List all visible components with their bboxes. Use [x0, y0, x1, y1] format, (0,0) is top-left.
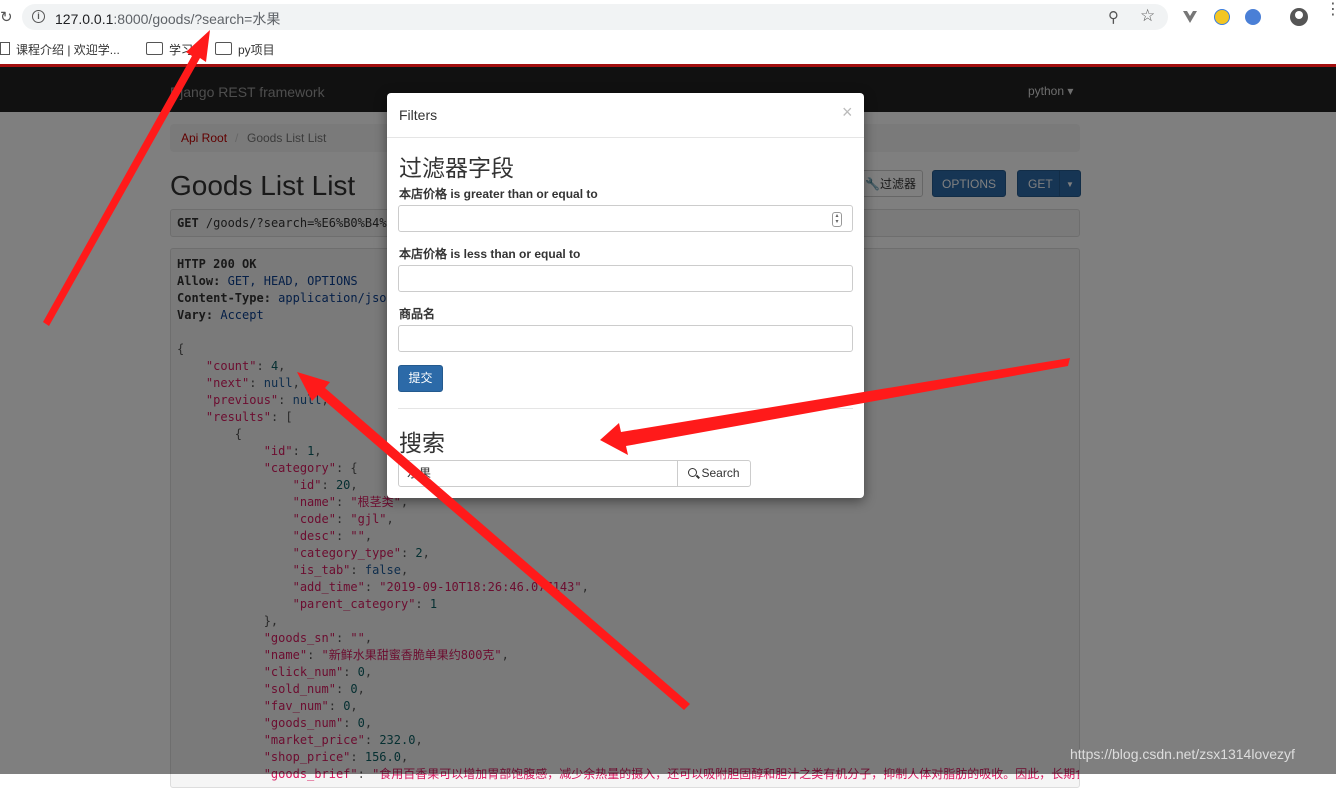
extension-icon[interactable]	[1214, 9, 1230, 25]
profile-icon[interactable]	[1290, 8, 1308, 26]
bookmark-item[interactable]: 课程介绍 | 欢迎学...	[0, 41, 120, 58]
extension-icon[interactable]	[1245, 9, 1261, 25]
page-icon	[0, 42, 10, 55]
number-spinner-icon[interactable]: ▴ ▾	[832, 212, 842, 227]
folder-icon	[215, 42, 232, 55]
close-icon[interactable]: ×	[842, 102, 853, 123]
browser-toolbar: ↻ i 127.0.0.1:8000/goods/?search=水果 ⚲ ☆ …	[0, 0, 1336, 34]
bookmark-folder[interactable]: py项目	[215, 41, 275, 58]
modal-title: Filters	[399, 107, 438, 123]
search-icon	[688, 468, 698, 477]
divider	[398, 408, 853, 409]
watermark: https://blog.csdn.net/zsx1314lovezyf	[1070, 746, 1295, 762]
goods-name-label: 商品名	[399, 307, 436, 321]
folder-icon	[146, 42, 163, 55]
min-price-label: 本店价格 is greater than or equal to	[399, 187, 598, 201]
modal-header: Filters ×	[387, 93, 864, 138]
reload-icon[interactable]: ↻	[0, 8, 13, 26]
max-price-label: 本店价格 is less than or equal to	[399, 247, 581, 261]
browser-menu-icon[interactable]: ⋮	[1325, 2, 1336, 18]
min-price-input[interactable]: ▴ ▾	[398, 205, 853, 232]
bookmarks-bar: 课程介绍 | 欢迎学... 学习 py项目	[0, 34, 1336, 64]
info-icon[interactable]: i	[32, 10, 45, 23]
goods-name-input[interactable]	[398, 325, 853, 352]
filter-fields-heading: 过滤器字段	[399, 155, 514, 181]
bookmark-folder[interactable]: 学习	[146, 41, 193, 58]
max-price-input[interactable]	[398, 265, 853, 292]
zoom-icon[interactable]: ⚲	[1108, 8, 1119, 26]
search-heading: 搜索	[399, 430, 445, 456]
search-button[interactable]: Search	[677, 460, 751, 487]
submit-button[interactable]: 提交	[398, 365, 443, 392]
bookmark-star-icon[interactable]: ☆	[1140, 6, 1155, 26]
filters-modal: Filters × 过滤器字段 本店价格 is greater than or …	[387, 93, 864, 498]
vue-devtools-icon[interactable]	[1182, 9, 1198, 25]
address-bar[interactable]: i 127.0.0.1:8000/goods/?search=水果 ⚲ ☆	[22, 4, 1168, 30]
search-input[interactable]: 水果	[398, 460, 678, 487]
url-text[interactable]: 127.0.0.1:8000/goods/?search=水果	[55, 9, 280, 29]
